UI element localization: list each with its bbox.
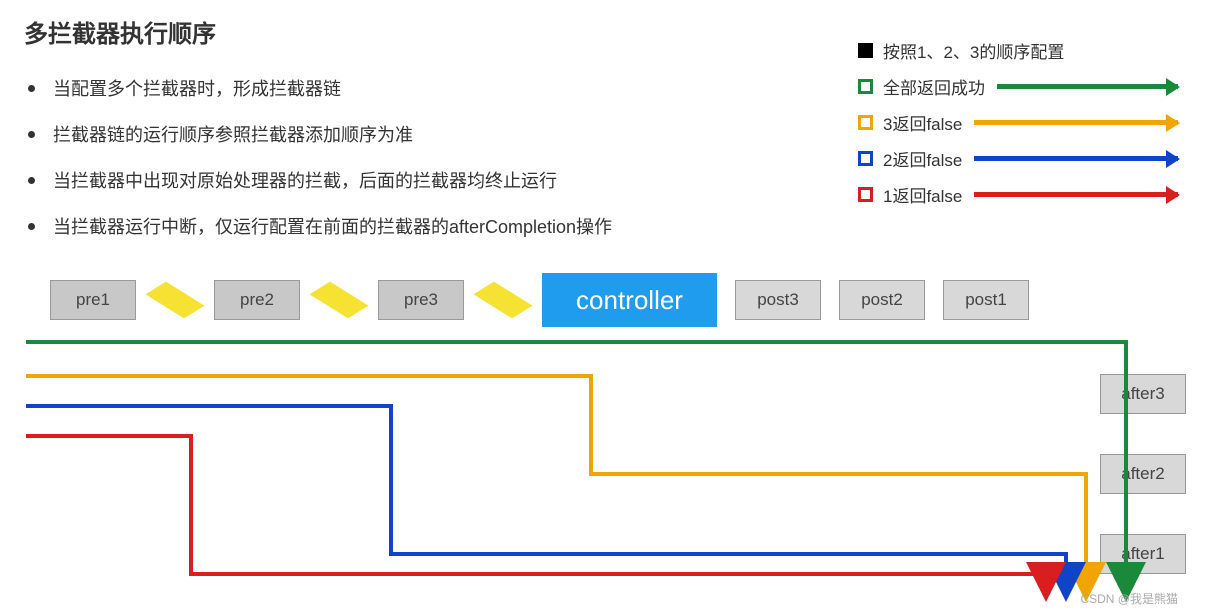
node-after3: after3 [1100, 374, 1186, 414]
diamond-icon [146, 282, 205, 319]
path-green [26, 342, 1126, 594]
page-title: 多拦截器执行顺序 [24, 14, 216, 49]
legend-item-config: 按照1、2、3的顺序配置 [858, 32, 1178, 68]
node-after2: after2 [1100, 454, 1186, 494]
path-red [26, 436, 1046, 594]
diamond-icon [474, 282, 533, 319]
bullet-dot [28, 223, 35, 230]
legend-label: 2返回false [883, 146, 962, 171]
arrow-icon [997, 84, 1178, 89]
node-post3: post3 [735, 280, 821, 320]
bullet-dot [28, 85, 35, 92]
watermark: CSDN @我是熊猫 [1080, 590, 1178, 607]
square-icon [858, 187, 873, 202]
legend: 按照1、2、3的顺序配置 全部返回成功 3返回false 2返回false 1返… [858, 32, 1178, 212]
bullet-dot [28, 131, 35, 138]
legend-label: 按照1、2、3的顺序配置 [883, 38, 1064, 63]
legend-label: 3返回false [883, 110, 962, 135]
node-post2: post2 [839, 280, 925, 320]
square-icon [858, 43, 873, 58]
legend-label: 全部返回成功 [883, 74, 985, 99]
flow-row: pre1 pre2 pre3 controller post3 post2 po… [26, 276, 1186, 324]
square-icon [858, 79, 873, 94]
node-pre1: pre1 [50, 280, 136, 320]
bullet-text: 当配置多个拦截器时，形成拦截器链 [53, 75, 341, 101]
arrow-icon [974, 120, 1178, 125]
bullet-text: 当拦截器中出现对原始处理器的拦截，后面的拦截器均终止运行 [53, 167, 557, 193]
bullet-dot [28, 177, 35, 184]
node-pre3: pre3 [378, 280, 464, 320]
bullet-item: 当拦截器运行中断，仅运行配置在前面的拦截器的afterCompletion操作 [28, 213, 788, 239]
bullet-item: 当配置多个拦截器时，形成拦截器链 [28, 75, 788, 101]
bullet-item: 拦截器链的运行顺序参照拦截器添加顺序为准 [28, 121, 788, 147]
flow-diagram: pre1 pre2 pre3 controller post3 post2 po… [26, 276, 1186, 606]
legend-item-3false: 3返回false [858, 104, 1178, 140]
bullet-text: 当拦截器运行中断，仅运行配置在前面的拦截器的afterCompletion操作 [53, 213, 612, 239]
bullet-list: 当配置多个拦截器时，形成拦截器链 拦截器链的运行顺序参照拦截器添加顺序为准 当拦… [28, 75, 788, 259]
node-after1: after1 [1100, 534, 1186, 574]
square-icon [858, 151, 873, 166]
node-controller: controller [542, 273, 717, 327]
path-blue [26, 406, 1066, 594]
path-orange [26, 376, 1086, 594]
bullet-text: 拦截器链的运行顺序参照拦截器添加顺序为准 [53, 121, 413, 147]
node-pre2: pre2 [214, 280, 300, 320]
bullet-item: 当拦截器中出现对原始处理器的拦截，后面的拦截器均终止运行 [28, 167, 788, 193]
square-icon [858, 115, 873, 130]
legend-item-2false: 2返回false [858, 140, 1178, 176]
diamond-icon [310, 282, 369, 319]
legend-item-success: 全部返回成功 [858, 68, 1178, 104]
legend-item-1false: 1返回false [858, 176, 1178, 212]
arrow-icon [974, 192, 1178, 197]
node-post1: post1 [943, 280, 1029, 320]
legend-label: 1返回false [883, 182, 962, 207]
arrow-icon [974, 156, 1178, 161]
